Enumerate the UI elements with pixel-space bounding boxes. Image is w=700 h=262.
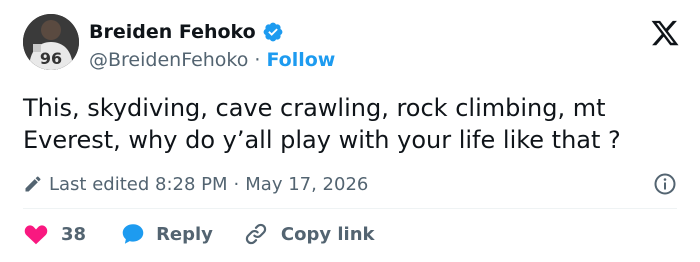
avatar-image: 96 bbox=[23, 14, 79, 70]
heart-icon bbox=[24, 225, 48, 245]
pencil-icon bbox=[25, 176, 41, 192]
avatar-jersey-number: 96 bbox=[40, 49, 62, 68]
speech-bubble-icon bbox=[122, 224, 144, 244]
tweet-meta: Last edited 8:28 PM · May 17, 2026 bbox=[23, 168, 677, 200]
meta-separator: · bbox=[233, 173, 240, 195]
handle-separator: · bbox=[254, 49, 261, 71]
author-name-row: Breiden Fehoko bbox=[89, 20, 284, 44]
author-handle-row: @BreidenFehoko · Follow bbox=[89, 48, 335, 72]
author-handle[interactable]: @BreidenFehoko bbox=[89, 48, 248, 72]
follow-button[interactable]: Follow bbox=[266, 48, 335, 72]
divider bbox=[23, 208, 677, 209]
reply-label: Reply bbox=[156, 223, 213, 245]
copy-link-label: Copy link bbox=[280, 223, 375, 245]
reply-button[interactable]: Reply bbox=[120, 221, 243, 247]
tweet-date[interactable]: May 17, 2026 bbox=[245, 174, 368, 195]
x-logo-icon[interactable] bbox=[650, 18, 680, 48]
verified-badge-icon bbox=[263, 22, 283, 42]
avatar[interactable]: 96 bbox=[23, 14, 79, 70]
like-count: 38 bbox=[61, 223, 87, 245]
link-icon bbox=[245, 223, 267, 245]
action-bar: 38 Reply Copy link bbox=[23, 218, 375, 250]
author-display-name[interactable]: Breiden Fehoko bbox=[89, 20, 256, 44]
info-icon[interactable] bbox=[653, 172, 677, 196]
tweet-card: 96 Breiden Fehoko @BreidenFehoko · Follo… bbox=[0, 0, 700, 262]
copy-link-button[interactable]: Copy link bbox=[243, 221, 375, 247]
tweet-text: This, skydiving, cave crawling, rock cli… bbox=[23, 94, 621, 154]
like-button[interactable]: 38 bbox=[23, 221, 120, 247]
last-edited-link[interactable]: Last edited 8:28 PM bbox=[49, 174, 228, 195]
